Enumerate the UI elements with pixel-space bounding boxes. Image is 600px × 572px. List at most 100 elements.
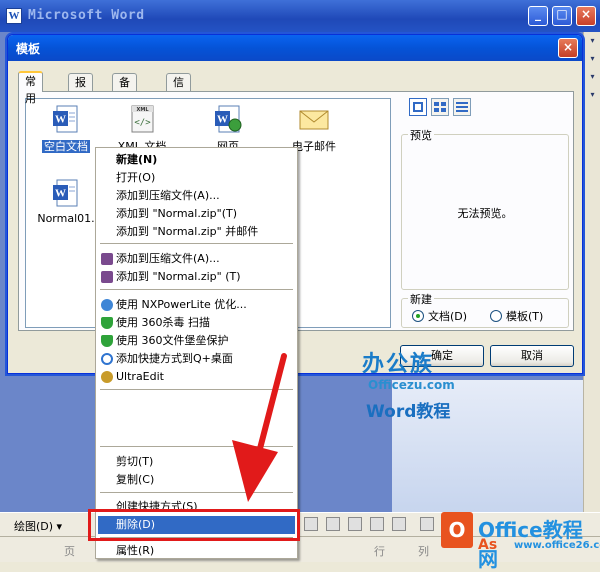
- file-item-normal01[interactable]: W Normal01.: [28, 177, 104, 225]
- details-view-icon[interactable]: [453, 98, 471, 116]
- menu-item-winrar-add-zip[interactable]: 添加到 "Normal.zip" (T): [98, 268, 295, 286]
- file-label: 电子邮件: [292, 140, 336, 153]
- preview-group: 预览 无法预览。: [401, 127, 569, 290]
- winrar-icon: [101, 253, 113, 265]
- tool-icon[interactable]: [392, 517, 406, 531]
- shield-icon: [101, 317, 113, 329]
- dialog-close-button[interactable]: ×: [558, 38, 578, 58]
- word-title: Microsoft Word: [28, 8, 145, 23]
- large-icons-icon[interactable]: [409, 98, 427, 116]
- tool-icon[interactable]: [304, 517, 318, 531]
- status-page: 页: [64, 545, 75, 558]
- menu-item-label: 添加到 "Normal.zip" (T): [116, 270, 241, 283]
- svg-text:</>: </>: [134, 118, 151, 128]
- chevron-icon[interactable]: ▾: [588, 36, 597, 45]
- maximize-button[interactable]: □: [552, 6, 572, 26]
- winrar-icon: [101, 271, 113, 283]
- status-row: 行: [374, 545, 385, 558]
- tab-letters-faxes[interactable]: 信函和传真: [166, 73, 191, 157]
- radio-document[interactable]: 文档(D): [412, 308, 467, 324]
- highlight-box: [88, 509, 300, 541]
- word-titlebar: W Microsoft Word _ □ ×: [0, 0, 600, 32]
- menu-item-ultraedit[interactable]: UltraEdit: [98, 368, 295, 386]
- new-type-label: 新建: [408, 291, 434, 307]
- tab-common[interactable]: 常用: [18, 71, 43, 105]
- radio-label: 文档(D): [428, 310, 468, 323]
- menu-item-label: 使用 NXPowerLite 优化...: [116, 298, 247, 311]
- right-toolbar-strip: ▾ ▾ ▾ ▾: [583, 32, 600, 532]
- menu-item-nxpowerlite[interactable]: 使用 NXPowerLite 优化...: [98, 296, 295, 314]
- menu-item-open[interactable]: 打开(O): [98, 169, 295, 187]
- menu-item-360-scan[interactable]: 使用 360杀毒 扫描: [98, 314, 295, 332]
- menu-item-qplus-shortcut[interactable]: 添加快捷方式到Q+桌面: [98, 350, 295, 368]
- menu-item-label: UltraEdit: [116, 370, 164, 383]
- tool-icon[interactable]: [370, 517, 384, 531]
- svg-text:W: W: [217, 114, 228, 126]
- watermark-office-url: www.office26.com: [514, 540, 600, 551]
- menu-separator: [100, 389, 293, 390]
- dialog-titlebar: 模板 ×: [8, 35, 582, 61]
- watermark-site: Officezu.com: [368, 378, 455, 392]
- tab-memos[interactable]: 备忘录: [112, 73, 137, 123]
- menu-item-properties[interactable]: 属性(R): [98, 542, 295, 560]
- tab-reports[interactable]: 报告: [68, 73, 93, 106]
- word-icon: W: [6, 8, 22, 24]
- watermark-brand: 办公族: [362, 352, 435, 377]
- file-label: Normal01.: [37, 212, 95, 225]
- menu-item-label: 使用 360杀毒 扫描: [116, 316, 210, 329]
- radio-label: 模板(T): [506, 310, 544, 323]
- menu-item-label: 添加快捷方式到Q+桌面: [116, 352, 233, 365]
- fill-color-icon[interactable]: [420, 517, 434, 531]
- tool-icon[interactable]: [348, 517, 362, 531]
- menu-item-add-zip-email[interactable]: 添加到 "Normal.zip" 并邮件: [98, 223, 295, 241]
- file-label: 空白文档: [41, 139, 91, 154]
- file-item-blank-document[interactable]: W 空白文档: [28, 103, 104, 154]
- menu-item-add-archive[interactable]: 添加到压缩文件(A)...: [98, 187, 295, 205]
- office-logo-icon: O: [441, 512, 473, 548]
- menu-item-label: 使用 360文件堡垒保护: [116, 334, 229, 347]
- menu-item-label: 添加到压缩文件(A)...: [116, 252, 220, 265]
- menu-separator: [100, 289, 293, 290]
- web-page-icon: W: [215, 105, 242, 133]
- dialog-title: 模板: [16, 42, 41, 56]
- list-view-icon[interactable]: [431, 98, 449, 116]
- nxpowerlite-icon: [101, 299, 113, 311]
- email-icon: [299, 110, 329, 130]
- watermark-word-label: Word教程: [366, 402, 451, 422]
- svg-text:W: W: [55, 114, 66, 126]
- word-doc-icon: W: [53, 179, 78, 207]
- draw-menu[interactable]: 绘图(D) ▾: [14, 518, 62, 534]
- qplus-icon: [101, 353, 113, 365]
- tool-icon[interactable]: [326, 517, 340, 531]
- radio-dot-checked: [412, 310, 424, 322]
- menu-separator: [100, 243, 293, 244]
- new-type-group: 新建 文档(D) 模板(T): [401, 291, 569, 328]
- status-col: 列: [418, 545, 429, 558]
- ultraedit-icon: [101, 371, 113, 383]
- watermark-office-sub: As: [478, 537, 498, 553]
- preview-label: 预览: [408, 127, 434, 143]
- menu-separator: [100, 492, 293, 493]
- xml-doc-icon: XML </>: [131, 105, 154, 133]
- cancel-button[interactable]: 取消: [490, 345, 574, 367]
- chevron-icon[interactable]: ▾: [588, 54, 597, 63]
- chevron-icon[interactable]: ▾: [588, 72, 597, 81]
- context-menu: 新建(N) 打开(O) 添加到压缩文件(A)... 添加到 "Normal.zi…: [95, 147, 298, 559]
- radio-template[interactable]: 模板(T): [490, 308, 543, 324]
- menu-item-360-protect[interactable]: 使用 360文件堡垒保护: [98, 332, 295, 350]
- chevron-icon[interactable]: ▾: [588, 90, 597, 99]
- close-button[interactable]: ×: [576, 6, 596, 26]
- menu-item-new[interactable]: 新建(N): [98, 151, 295, 169]
- minimize-button[interactable]: _: [528, 6, 548, 26]
- shield-icon: [101, 335, 113, 347]
- word-doc-icon: W: [53, 105, 78, 133]
- preview-text: 无法预览。: [457, 207, 513, 220]
- menu-separator: [100, 446, 293, 447]
- radio-dot: [490, 310, 502, 322]
- svg-text:XML: XML: [136, 107, 149, 113]
- svg-text:W: W: [55, 188, 66, 200]
- menu-item-add-normal-zip[interactable]: 添加到 "Normal.zip"(T): [98, 205, 295, 223]
- menu-item-winrar-add-archive[interactable]: 添加到压缩文件(A)...: [98, 250, 295, 268]
- menu-item-cut[interactable]: 剪切(T): [98, 453, 295, 471]
- menu-item-copy[interactable]: 复制(C): [98, 471, 295, 489]
